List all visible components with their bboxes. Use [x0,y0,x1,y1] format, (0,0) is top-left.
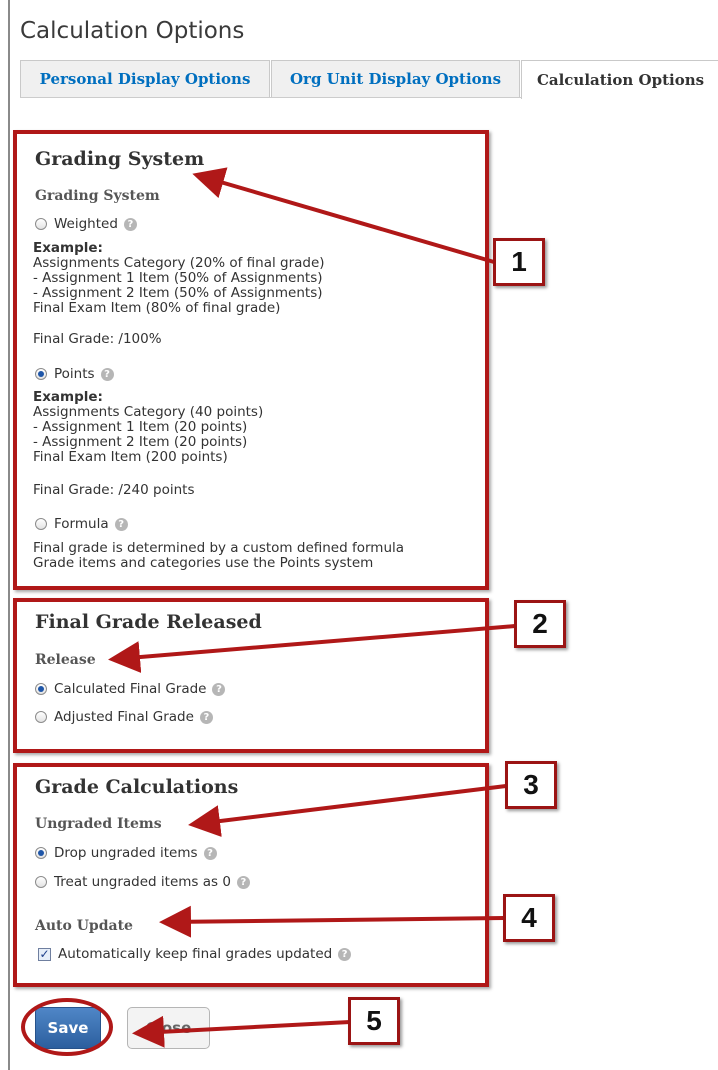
callout-3: 3 [505,761,557,809]
callout-1: 1 [493,238,545,286]
arrow-3 [188,784,507,837]
arrow-4 [159,905,505,938]
callout-5: 5 [348,997,400,1045]
arrow-5 [132,1015,351,1048]
callout-4: 4 [503,894,555,942]
arrow-2 [108,624,516,673]
annotation-arrows [108,167,516,1048]
callout-2: 2 [514,600,566,648]
arrow-1 [192,167,495,264]
